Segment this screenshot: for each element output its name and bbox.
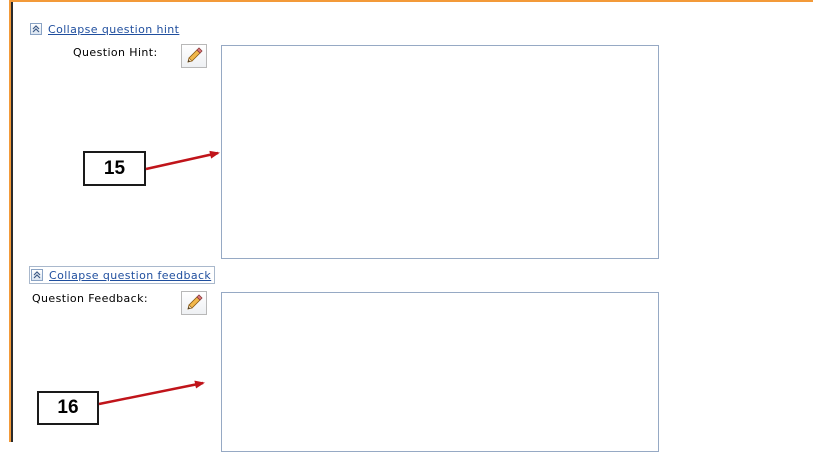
arrow-15: [145, 150, 220, 171]
arrow-16: [98, 380, 205, 406]
question-editor-panel: Collapse question hint Question Hint: 15…: [0, 0, 813, 452]
annotation-arrows: [98, 150, 220, 406]
